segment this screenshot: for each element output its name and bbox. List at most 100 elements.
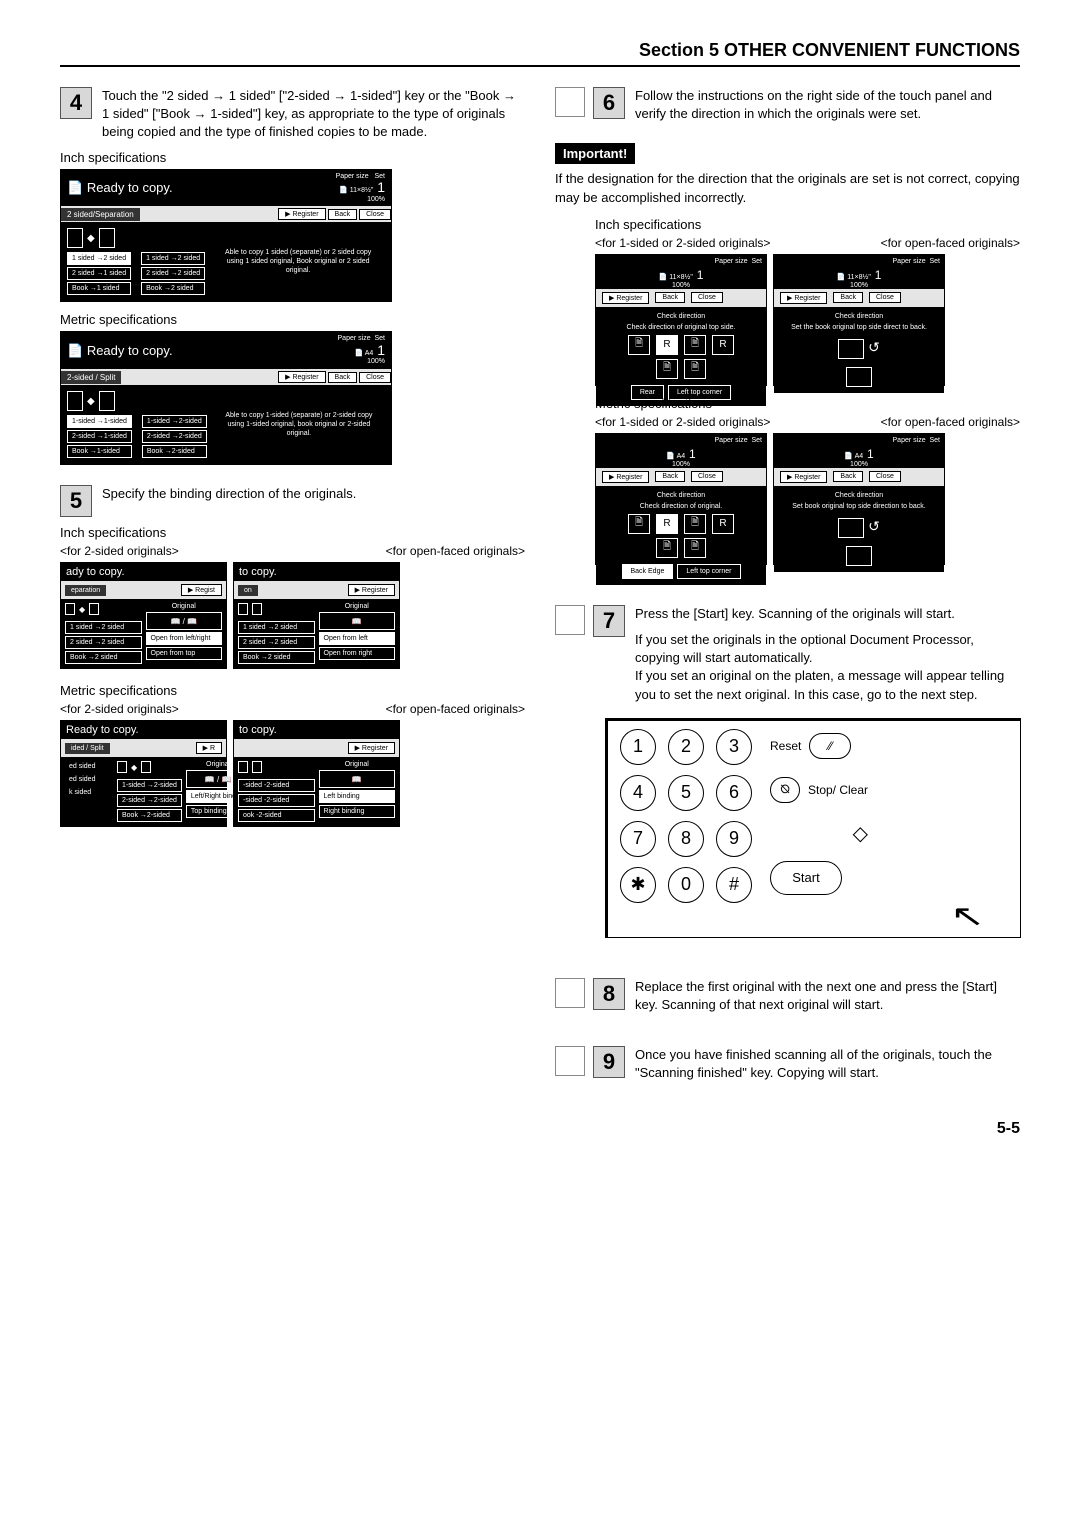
back-button[interactable]: Back (328, 209, 358, 220)
option[interactable]: ook -2-sided (238, 809, 315, 822)
num-key-0[interactable]: 0 (668, 867, 704, 903)
step-number: 8 (593, 978, 625, 1010)
orient-icon[interactable]: R (656, 335, 678, 355)
num-key-6[interactable]: 6 (716, 775, 752, 811)
close-button[interactable]: Close (691, 292, 723, 303)
option[interactable]: Book →2 sided (238, 651, 315, 664)
backedge-button[interactable]: Back Edge (622, 564, 674, 579)
option[interactable]: 2 sided →2 sided (65, 636, 142, 649)
for-1or2-label: <for 1-sided or 2-sided originals> (595, 236, 770, 250)
num-key-3[interactable]: 3 (716, 729, 752, 765)
register-button[interactable]: ▶ Register (780, 471, 827, 483)
orient-icon[interactable]: R (656, 514, 678, 534)
orient-icon[interactable]: R (712, 335, 734, 355)
option[interactable]: 1 sided →2 sided (65, 621, 142, 634)
num-key-5[interactable]: 5 (668, 775, 704, 811)
option[interactable]: 1-sided →1-sided (67, 415, 132, 428)
num-key-star[interactable]: ✱ (620, 867, 656, 903)
inch-spec-label: Inch specifications (595, 217, 1020, 232)
register-button[interactable]: ▶ R (196, 742, 222, 754)
register-button[interactable]: ▶ Register (602, 471, 649, 483)
back-button[interactable]: Back (655, 292, 685, 303)
num-key-2[interactable]: 2 (668, 729, 704, 765)
step-4: 4 Touch the "2 sided → 1 sided" ["2-side… (60, 87, 525, 142)
num-key-hash[interactable]: # (716, 867, 752, 903)
option[interactable]: 1 sided →2 sided (238, 621, 315, 634)
num-key-8[interactable]: 8 (668, 821, 704, 857)
option[interactable]: 2 sided →2 sided (141, 267, 205, 280)
original-icon: 📖 / 📖 (146, 612, 223, 630)
option[interactable]: Left binding (319, 790, 396, 803)
back-button[interactable]: Back (833, 471, 863, 482)
num-key-9[interactable]: 9 (716, 821, 752, 857)
orient-icon[interactable]: 🗎 (684, 514, 706, 534)
book-icon (838, 518, 864, 538)
step-text: Touch the "2 sided → 1 sided" ["2-sided … (102, 87, 525, 142)
start-button[interactable]: Start (770, 861, 842, 895)
page-number: 5-5 (60, 1120, 1020, 1138)
option[interactable]: 2 sided →2 sided (238, 636, 315, 649)
close-button[interactable]: Close (869, 292, 901, 303)
orient-icon[interactable]: 🗎 (684, 335, 706, 355)
orient-icon[interactable]: 🗎 (684, 538, 706, 558)
register-button[interactable]: ▶ Regist (181, 584, 222, 596)
stop-label: Stop/ Clear (808, 783, 868, 797)
ltc-button[interactable]: Left top corner (677, 564, 740, 579)
step-8: 8 Replace the first original with the ne… (555, 978, 1020, 1014)
tab[interactable]: 2 sided/Separation (61, 208, 140, 221)
option[interactable]: 1-sided →2-sided (117, 779, 182, 792)
register-button[interactable]: ▶ Register (348, 584, 395, 596)
option[interactable]: Open from right (319, 647, 396, 660)
num-key-1[interactable]: 1 (620, 729, 656, 765)
orient-icon[interactable]: 🗎 (656, 538, 678, 558)
panel-inch: 📄 Ready to copy. Paper size Set 📄 11×8½"… (60, 169, 392, 303)
orient-icon[interactable]: 🗎 (684, 359, 706, 379)
option[interactable]: Open from top (146, 647, 223, 660)
reset-button[interactable]: ⁄⁄ (809, 733, 851, 759)
register-button[interactable]: ▶ Register (278, 371, 325, 383)
stop-button[interactable]: ⦰ (770, 777, 800, 803)
step-number: 9 (593, 1046, 625, 1078)
orient-icon[interactable]: R (712, 514, 734, 534)
option[interactable]: Book →2-sided (142, 445, 207, 458)
option[interactable]: 2-sided →2-sided (142, 430, 207, 443)
option[interactable]: Right binding (319, 805, 396, 818)
option[interactable]: 1 sided →2 sided (141, 252, 205, 265)
register-button[interactable]: ▶ Register (602, 292, 649, 304)
option[interactable]: Book →1-sided (67, 445, 132, 458)
register-button[interactable]: ▶ Register (348, 742, 395, 754)
option[interactable]: 2-sided →1-sided (67, 430, 132, 443)
option[interactable]: Open from left/right (146, 632, 223, 645)
back-button[interactable]: Back (655, 471, 685, 482)
close-button[interactable]: Close (359, 372, 391, 383)
option[interactable]: 1-sided →2-sided (142, 415, 207, 428)
option[interactable]: 2-sided →2-sided (117, 794, 182, 807)
num-key-4[interactable]: 4 (620, 775, 656, 811)
metric-spec-label: Metric specifications (60, 312, 525, 327)
register-button[interactable]: ▶ Register (278, 208, 325, 220)
book-icon (838, 339, 864, 359)
for-1or2-label: <for 1-sided or 2-sided originals> (595, 415, 770, 429)
option[interactable]: Open from left (319, 632, 396, 645)
orient-icon[interactable]: 🗎 (628, 514, 650, 534)
option[interactable]: 1 sided →2 sided (67, 252, 131, 265)
close-button[interactable]: Close (691, 471, 723, 482)
back-button[interactable]: Back (833, 292, 863, 303)
option[interactable]: Book →2 sided (65, 651, 142, 664)
option[interactable]: Book →2 sided (141, 282, 205, 295)
option[interactable]: Book →1 sided (67, 282, 131, 295)
orient-icon[interactable]: 🗎 (656, 359, 678, 379)
num-key-7[interactable]: 7 (620, 821, 656, 857)
back-button[interactable]: Back (328, 372, 358, 383)
option[interactable]: Book →2-sided (117, 809, 182, 822)
panel-body-text: Able to copy 1-sided (separate) or 2-sid… (213, 411, 385, 438)
register-button[interactable]: ▶ Register (780, 292, 827, 304)
option[interactable]: 2 sided →1 sided (67, 267, 131, 280)
option[interactable]: -sided -2-sided (238, 794, 315, 807)
close-button[interactable]: Close (869, 471, 901, 482)
tab[interactable]: 2-sided / Split (61, 371, 121, 384)
option[interactable]: -sided -2-sided (238, 779, 315, 792)
close-button[interactable]: Close (359, 209, 391, 220)
orient-icon[interactable]: 🗎 (628, 335, 650, 355)
step-text: Follow the instructions on the right sid… (635, 87, 1020, 123)
